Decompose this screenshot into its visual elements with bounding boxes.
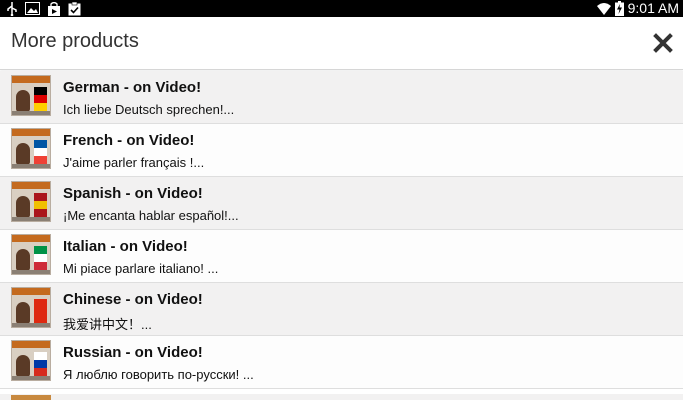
product-title: Spanish - on Video! (63, 185, 203, 202)
product-thumbnail (11, 340, 51, 381)
product-subtitle: Mi piace parlare italiano! ... (63, 261, 219, 276)
flag-icon-german (34, 87, 47, 111)
list-item-partial[interactable] (0, 394, 683, 400)
status-time: 9:01 AM (627, 0, 679, 16)
product-title: French - on Video! (63, 132, 195, 149)
close-icon (653, 33, 673, 53)
product-title: Italian - on Video! (63, 238, 188, 255)
product-subtitle: J'aime parler français !... (63, 155, 205, 170)
product-title: Russian - on Video! (63, 344, 203, 361)
product-subtitle: Я люблю говорить по-русски! ... (63, 367, 254, 382)
clipboard-check-icon (68, 1, 81, 15)
status-bar: 9:01 AM (0, 0, 683, 17)
list-item-spanish[interactable]: Spanish - on Video! ¡Me encanta hablar e… (0, 177, 683, 230)
product-subtitle: 我爱讲中文！... (63, 317, 152, 332)
product-thumbnail (11, 128, 51, 169)
product-thumbnail (11, 181, 51, 222)
flag-icon-chinese (34, 299, 47, 323)
product-thumbnail (11, 395, 51, 400)
product-thumbnail (11, 75, 51, 116)
list-item-chinese[interactable]: Chinese - on Video! 我爱讲中文！... (0, 283, 683, 336)
product-subtitle: Ich liebe Deutsch sprechen!... (63, 102, 235, 117)
battery-charging-icon (614, 1, 624, 16)
product-thumbnail (11, 234, 51, 275)
app-bar: More products (0, 17, 683, 70)
wifi-icon (596, 2, 611, 15)
product-subtitle: ¡Me encanta hablar español!... (63, 208, 239, 223)
product-title: German - on Video! (63, 79, 202, 96)
flag-icon-russian (34, 352, 47, 376)
flag-icon-french (34, 140, 47, 164)
product-thumbnail (11, 287, 51, 328)
page-title: More products (11, 30, 139, 52)
status-bar-left-icons (6, 1, 81, 16)
usb-icon (7, 1, 17, 16)
image-icon (25, 2, 40, 15)
store-bag-icon (48, 1, 60, 16)
list-item-german[interactable]: German - on Video! Ich liebe Deutsch spr… (0, 71, 683, 124)
flag-icon-italian (34, 246, 47, 270)
list-item-french[interactable]: French - on Video! J'aime parler françai… (0, 124, 683, 177)
list-item-italian[interactable]: Italian - on Video! Mi piace parlare ita… (0, 230, 683, 283)
close-button[interactable] (653, 33, 673, 53)
product-title: Chinese - on Video! (63, 291, 203, 308)
list-item-russian[interactable]: Russian - on Video! Я люблю говорить по-… (0, 336, 683, 389)
status-bar-right: 9:01 AM (596, 0, 679, 17)
flag-icon-spanish (34, 193, 47, 217)
product-list: German - on Video! Ich liebe Deutsch spr… (0, 71, 683, 389)
